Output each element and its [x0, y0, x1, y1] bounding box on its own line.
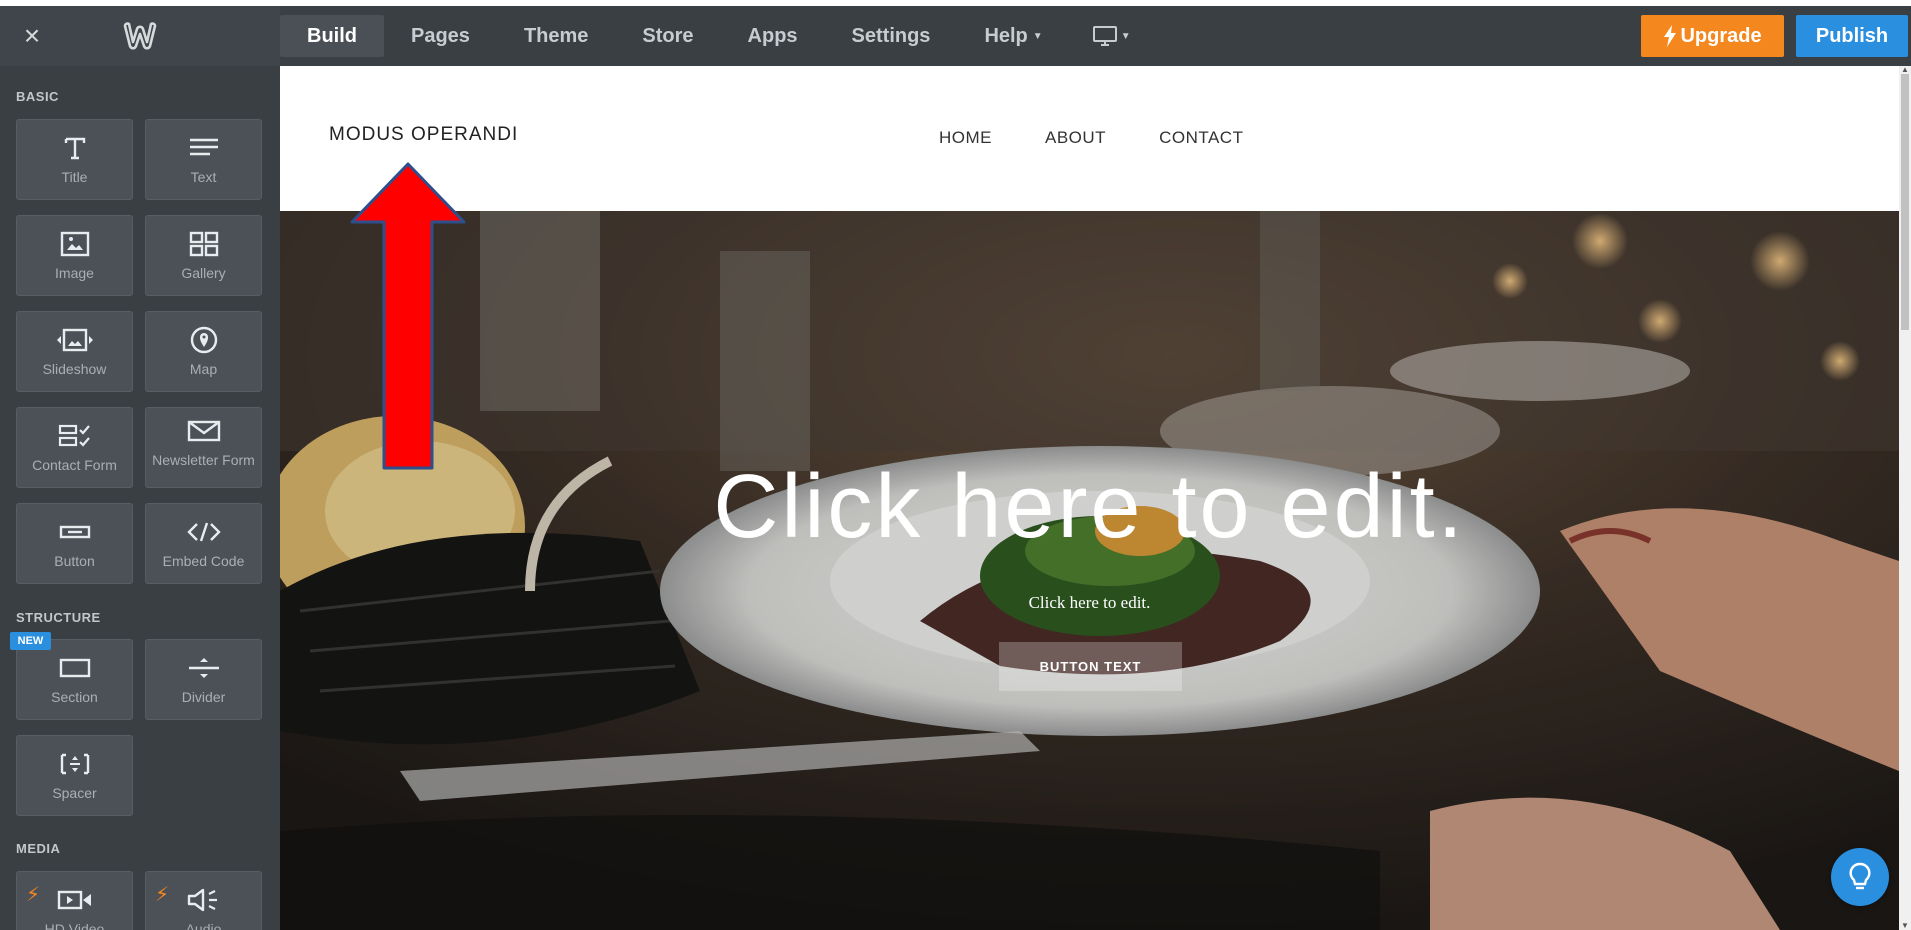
lightning-icon [1664, 25, 1677, 47]
hero-background-image [280, 211, 1899, 930]
site-nav-home[interactable]: HOME [939, 128, 992, 148]
video-icon [17, 885, 132, 915]
element-gallery[interactable]: Gallery [145, 215, 262, 296]
main-nav: Build Pages Theme Store Apps Settings He… [280, 14, 1153, 58]
element-newsletter-form[interactable]: Newsletter Form [145, 407, 262, 488]
element-sidebar: BASIC Title Text Image Gallery Slideshow [0, 66, 280, 930]
contact-form-icon [17, 421, 132, 451]
section-icon [17, 653, 132, 683]
text-icon [146, 133, 261, 163]
element-audio[interactable]: ⚡ Audio [145, 871, 262, 930]
upgrade-label: Upgrade [1680, 24, 1762, 47]
element-text[interactable]: Text [145, 119, 262, 200]
element-button-label: Button [54, 553, 95, 569]
element-contact-form[interactable]: Contact Form [16, 407, 133, 488]
button-icon [17, 517, 132, 547]
element-map[interactable]: Map [145, 311, 262, 392]
site-nav-contact[interactable]: CONTACT [1159, 128, 1243, 148]
site-nav: HOME ABOUT CONTACT [939, 128, 1243, 148]
element-audio-label: Audio [185, 921, 222, 930]
element-divider-label: Divider [181, 689, 226, 705]
element-divider[interactable]: Divider [145, 639, 262, 720]
device-preview-button[interactable]: ▼ [1070, 15, 1153, 57]
tab-help-label: Help [984, 24, 1028, 47]
element-hd-video[interactable]: ⚡ HD Video [16, 871, 133, 930]
hero-subheading[interactable]: Click here to edit. [280, 593, 1899, 613]
element-section-label: Section [51, 689, 98, 705]
tab-pages[interactable]: Pages [384, 15, 497, 57]
envelope-icon [146, 416, 261, 446]
top-toolbar: × Build Pages Theme Store Apps Settings … [0, 6, 1911, 66]
element-slideshow[interactable]: Slideshow [16, 311, 133, 392]
chevron-down-icon: ▼ [1032, 30, 1043, 42]
site-header: MODUS OPERANDI HOME ABOUT CONTACT [280, 66, 1899, 211]
element-contact-form-label: Contact Form [32, 457, 117, 473]
new-badge: NEW [10, 632, 51, 650]
element-map-label: Map [189, 361, 218, 377]
element-image[interactable]: Image [16, 215, 133, 296]
element-gallery-label: Gallery [181, 265, 226, 281]
element-hd-video-label: HD Video [44, 921, 105, 930]
tab-store[interactable]: Store [615, 15, 720, 57]
element-text-label: Text [190, 169, 217, 185]
chevron-down-icon: ▼ [1120, 30, 1131, 42]
image-icon [17, 229, 132, 259]
tab-apps[interactable]: Apps [721, 15, 825, 57]
section-label-media: MEDIA [16, 841, 61, 856]
editor-canvas[interactable]: MODUS OPERANDI HOME ABOUT CONTACT Click … [280, 66, 1899, 930]
scroll-down-icon[interactable]: ▼ [1899, 922, 1911, 930]
hero-button[interactable]: BUTTON TEXT [999, 642, 1182, 691]
tab-settings[interactable]: Settings [825, 15, 958, 57]
scroll-thumb[interactable] [1901, 74, 1909, 330]
section-label-structure: STRUCTURE [16, 610, 101, 625]
canvas-scrollbar[interactable]: ▲ ▼ [1899, 66, 1911, 930]
site-title[interactable]: MODUS OPERANDI [329, 124, 518, 146]
embed-code-icon [146, 517, 261, 547]
audio-icon [146, 885, 261, 915]
element-section[interactable]: Section [16, 639, 133, 720]
weebly-logo-icon [123, 22, 157, 50]
map-pin-icon [146, 325, 261, 355]
close-icon[interactable]: × [20, 22, 44, 50]
hero-heading[interactable]: Click here to edit. [280, 456, 1899, 559]
element-newsletter-label: Newsletter Form [152, 452, 255, 468]
element-image-label: Image [55, 265, 94, 281]
element-title[interactable]: Title [16, 119, 133, 200]
element-title-label: Title [61, 169, 88, 185]
element-button[interactable]: Button [16, 503, 133, 584]
tab-build[interactable]: Build [280, 15, 384, 57]
annotation-arrow-icon [350, 162, 466, 470]
element-spacer-label: Spacer [52, 785, 97, 801]
divider-icon [146, 653, 261, 683]
section-label-basic: BASIC [16, 89, 59, 104]
slideshow-icon [17, 325, 132, 355]
element-embed-code[interactable]: Embed Code [145, 503, 262, 584]
hero-section[interactable]: Click here to edit. Click here to edit. … [280, 211, 1899, 930]
element-spacer[interactable]: Spacer [16, 735, 133, 816]
toolbar-left-area: × [0, 6, 280, 66]
tab-theme[interactable]: Theme [497, 15, 615, 57]
gallery-icon [146, 229, 261, 259]
spacer-icon [17, 749, 132, 779]
element-embed-code-label: Embed Code [162, 553, 245, 569]
tab-help[interactable]: Help ▼ [957, 15, 1069, 57]
publish-button[interactable]: Publish [1796, 15, 1908, 57]
desktop-icon [1092, 26, 1117, 46]
element-slideshow-label: Slideshow [42, 361, 107, 377]
upgrade-button[interactable]: Upgrade [1641, 15, 1784, 57]
site-nav-about[interactable]: ABOUT [1045, 128, 1106, 148]
scroll-up-icon[interactable]: ▲ [1899, 66, 1911, 74]
title-icon [17, 133, 132, 163]
lightbulb-icon [1849, 862, 1871, 890]
help-button[interactable] [1831, 848, 1889, 906]
